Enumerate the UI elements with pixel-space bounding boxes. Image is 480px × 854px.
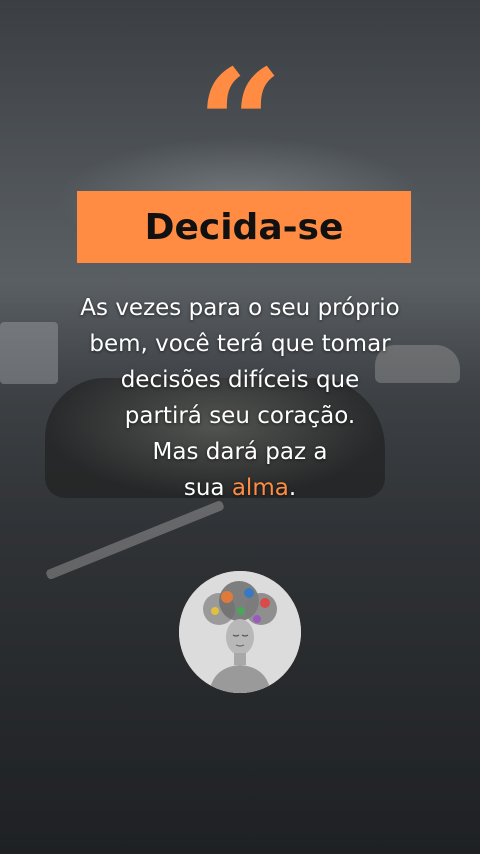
quote-line-suffix: . xyxy=(288,475,297,501)
title-banner: Decida-se xyxy=(77,191,411,263)
title: Decida-se xyxy=(144,206,344,248)
avatar-illustration xyxy=(179,571,301,693)
quote-line: sua alma. xyxy=(0,470,480,506)
quote-line: Mas dará paz a xyxy=(152,439,328,465)
quote-line: decisões difíceis que xyxy=(120,367,360,393)
quote-text: As vezes para o seu próprio bem, você te… xyxy=(0,290,480,506)
quote-line: partirá seu coração. xyxy=(124,403,356,429)
quote-line-prefix: sua xyxy=(183,475,232,501)
quote-line: As vezes para o seu próprio xyxy=(80,295,400,321)
accent-word: alma xyxy=(231,475,289,501)
woman-portrait-avatar xyxy=(179,571,301,693)
quote-line: bem, você terá que tomar xyxy=(89,331,391,357)
quote-icon: “ xyxy=(196,37,284,213)
